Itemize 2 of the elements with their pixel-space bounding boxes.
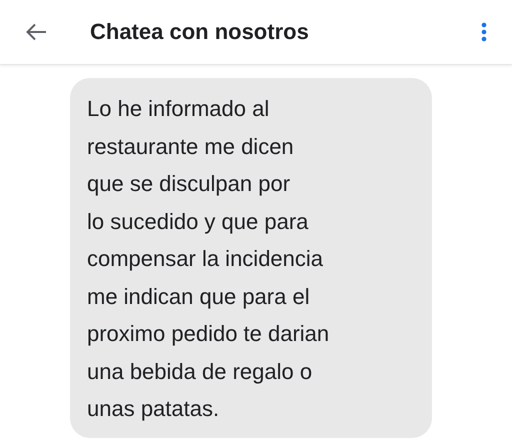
chat-title: Chatea con nosotros: [90, 19, 310, 45]
message-text: Lo he informado al restaurante me dicen que se disculpan por lo sucedido y que para compensar la incidencia me indican que para el proximo pedido te darian una bebida de regalo o unas patatas.: [87, 95, 330, 423]
